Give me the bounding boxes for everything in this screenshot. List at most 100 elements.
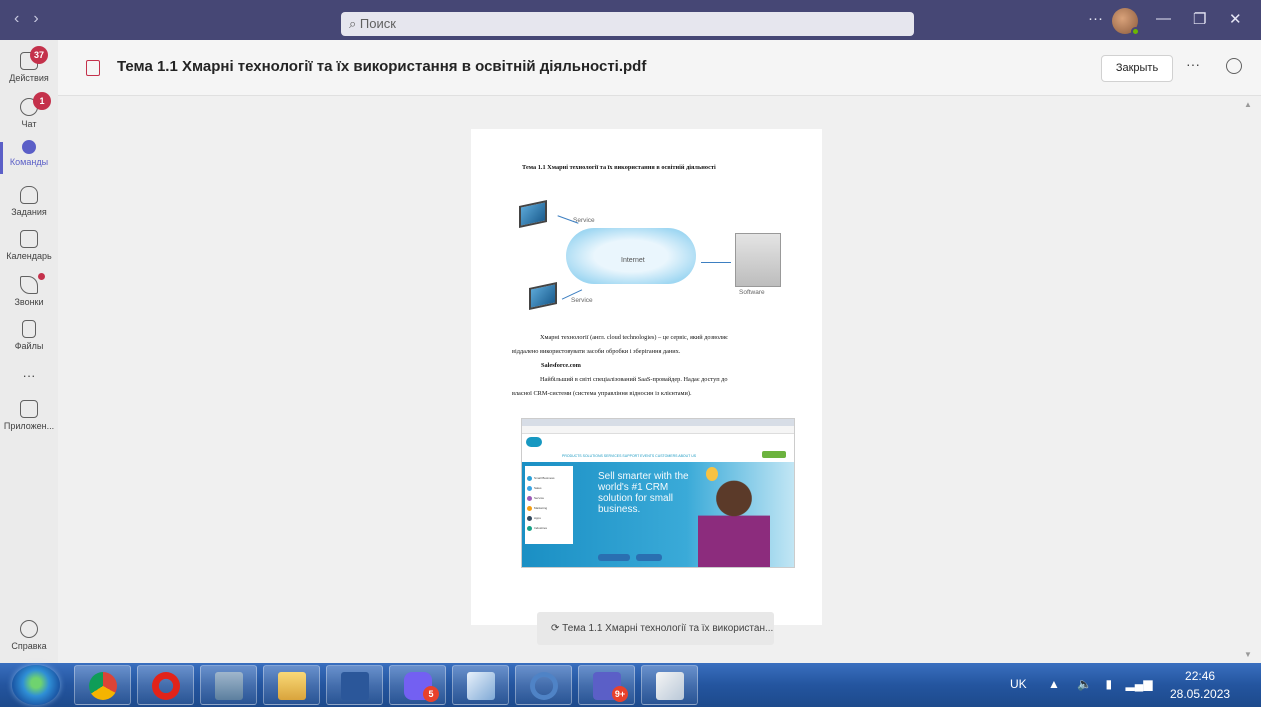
page-heading: Тема 1.1 Хмарні технології та їх викорис… [522,164,716,171]
taskbar-word[interactable] [326,665,383,705]
calls-dot [38,273,45,280]
filename-text: Тема 1.1 Хмарні технології та їх викорис… [562,623,774,634]
taskbar-teams[interactable]: 9+ [578,665,635,705]
taskbar-explorer[interactable] [263,665,320,705]
rail-item-files[interactable]: Файлы [0,320,58,351]
battery-icon[interactable]: ▮ [1106,677,1113,691]
clock[interactable]: 22:46 28.05.2023 [1170,667,1230,703]
diagram-label-software: Software [739,289,765,296]
calculator-icon [215,672,243,700]
site-button [636,554,662,561]
rail-label: Файлы [14,341,44,351]
conversation-icon[interactable] [1226,58,1242,74]
filename-toast: ⟳ Тема 1.1 Хмарні технології та їх викор… [537,612,774,645]
windows-taskbar: 5 9+ UK ▲ 🔈 ▮ ▂▄▆ 22:46 28.05.2023 [0,663,1261,707]
close-document-button[interactable]: Закрыть [1101,55,1173,82]
folder-icon [278,672,306,700]
search-input[interactable]: ⌕ Поиск [341,12,914,36]
more-options-icon[interactable]: ··· [1088,10,1103,27]
embedded-website-screenshot: PRODUCTS SOLUTIONS SERVICES SUPPORT EVEN… [521,418,795,568]
more-options-icon[interactable]: ··· [1186,56,1200,72]
teams-icon [22,140,36,154]
site-headline: Sell smarter with the world's #1 CRM sol… [598,471,689,515]
rail-label: Действия [9,73,49,83]
taskbar-tool[interactable] [452,665,509,705]
rail-item-help[interactable]: Справка [0,620,58,651]
scroll-up-icon[interactable]: ▲ [1244,100,1252,109]
taskbar-chrome[interactable] [74,665,131,705]
salesforce-logo [526,437,542,447]
rail-label: Звонки [14,297,44,307]
computer-icon [529,282,557,310]
word-icon [341,672,369,700]
browser-tabs [522,419,794,426]
calendar-icon [20,230,38,248]
pdf-page: Тема 1.1 Хмарні технології та їх викорис… [471,129,822,625]
person-photo [698,471,770,567]
diagram-label-service: Service [571,297,593,304]
network-icon[interactable]: ▂▄▆ [1126,677,1153,691]
site-button [598,554,630,561]
taskbar-calculator[interactable] [200,665,257,705]
minimize-icon[interactable]: — [1156,10,1171,27]
site-sidebar-item: Service [527,496,571,502]
paragraph: віддалено використовувати засоби обробки… [512,348,681,355]
site-sidebar-item: Industries [527,526,571,532]
viber-badge: 5 [423,686,439,702]
search-placeholder: Поиск [359,16,396,31]
rail-label: Команды [9,157,49,167]
forward-arrow-icon[interactable]: › [33,10,52,27]
rail-item-chat[interactable]: 1 Чат [0,92,58,129]
clock-date: 28.05.2023 [1170,687,1231,701]
app-rail: 37 Действия 1 Чат Команды Задания Календ… [0,40,58,663]
rail-item-apps[interactable]: Приложен... [0,400,58,431]
pdf-icon [86,60,100,76]
close-window-icon[interactable]: ✕ [1229,10,1242,28]
teams-badge: 9+ [612,686,628,702]
loading-spinner-icon: ⟳ [551,623,563,634]
back-arrow-icon[interactable]: ‹ [14,10,33,27]
rail-item-calendar[interactable]: Календарь [0,230,58,261]
activity-badge: 37 [30,46,48,64]
server-icon [735,233,781,287]
paragraph: Найбільший в світі спеціалізований SaaS-… [540,376,728,383]
rail-item-calls[interactable]: Звонки [0,273,58,307]
browser-address-bar [522,426,794,434]
maximize-icon[interactable]: ❐ [1193,10,1206,28]
paragraph: власної CRM-системи (система управління … [512,390,692,397]
chat-badge: 1 [33,92,51,110]
help-icon [20,620,38,638]
language-indicator[interactable]: UK [1010,677,1027,691]
rail-item-assignments[interactable]: Задания [0,186,58,217]
apps-icon [20,400,38,418]
presence-dot [1131,27,1140,36]
opera-icon [152,672,180,700]
site-sidebar-item: Marketing [527,506,571,512]
rail-label: Задания [11,207,47,217]
rail-label: Справка [11,641,47,651]
tray-expand-icon[interactable]: ▲ [1048,677,1060,691]
start-button[interactable] [12,665,60,705]
taskbar-snipping[interactable] [641,665,698,705]
scrollbar[interactable]: ▲ ▼ [1236,96,1261,663]
taskbar-app[interactable] [515,665,572,705]
volume-icon[interactable]: 🔈 [1077,677,1092,691]
site-sidebar: Small Business Sales Service Marketing A… [525,466,573,544]
taskbar-viber[interactable]: 5 [389,665,446,705]
scissors-icon [656,672,684,700]
chrome-icon [89,672,117,700]
rail-item-teams[interactable]: Команды [0,140,58,174]
nav-arrows: ‹› [14,10,53,28]
assignments-icon [20,186,38,204]
avatar[interactable] [1112,8,1140,36]
clock-time: 22:46 [1185,669,1216,683]
scroll-down-icon[interactable]: ▼ [1244,650,1252,659]
rail-item-more[interactable]: ··· [0,368,58,383]
more-apps-icon: ··· [22,368,36,383]
file-icon [22,320,36,338]
rail-item-activity[interactable]: 37 Действия [0,46,58,83]
subheading: Salesforce.com [541,362,581,369]
document-header: Тема 1.1 Хмарні технології та їх викорис… [58,40,1261,96]
taskbar-opera[interactable] [137,665,194,705]
search-icon: ⌕ [349,16,360,31]
